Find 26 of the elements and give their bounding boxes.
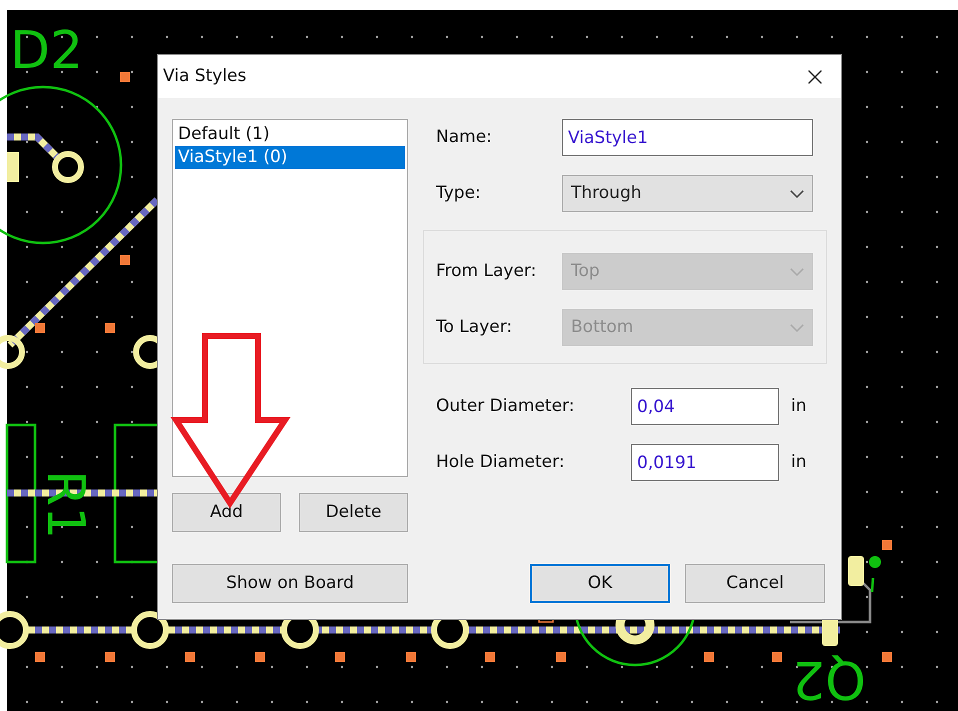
field-label: Outer Diameter: <box>435 394 576 418</box>
button[interactable]: OK <box>530 564 670 603</box>
button[interactable]: Show on Board <box>172 564 408 603</box>
silkscreen-label: Q2 <box>792 649 866 709</box>
name-field[interactable]: ViaStyle1 <box>562 119 813 156</box>
diameter-field[interactable]: 0,04 <box>631 388 779 425</box>
chevron-down-icon <box>790 324 804 332</box>
field-label: From Layer: <box>435 260 538 283</box>
unit-label: in <box>791 394 806 418</box>
window-title: Via Styles <box>163 64 246 88</box>
button[interactable]: Add <box>172 493 281 532</box>
diameter-field[interactable]: 0,0191 <box>631 444 779 481</box>
field-label: Name: <box>435 126 493 149</box>
chevron-down-icon <box>790 190 804 198</box>
unit-label: in <box>791 450 806 474</box>
field-label: To Layer: <box>435 316 514 339</box>
silkscreen-label: D2 <box>10 21 84 81</box>
chevron-down-icon <box>790 268 804 276</box>
field-label: Hole Diameter: <box>435 450 566 474</box>
dropdown[interactable]: Through <box>562 175 813 212</box>
field-label: Type: <box>435 182 482 205</box>
silkscreen-label: R1 <box>35 470 95 540</box>
button[interactable]: Delete <box>299 493 408 532</box>
list-item[interactable]: ViaStyle1 (0) <box>175 146 405 169</box>
button[interactable]: Cancel <box>685 564 825 603</box>
list-item[interactable]: Default (1) <box>175 123 405 146</box>
